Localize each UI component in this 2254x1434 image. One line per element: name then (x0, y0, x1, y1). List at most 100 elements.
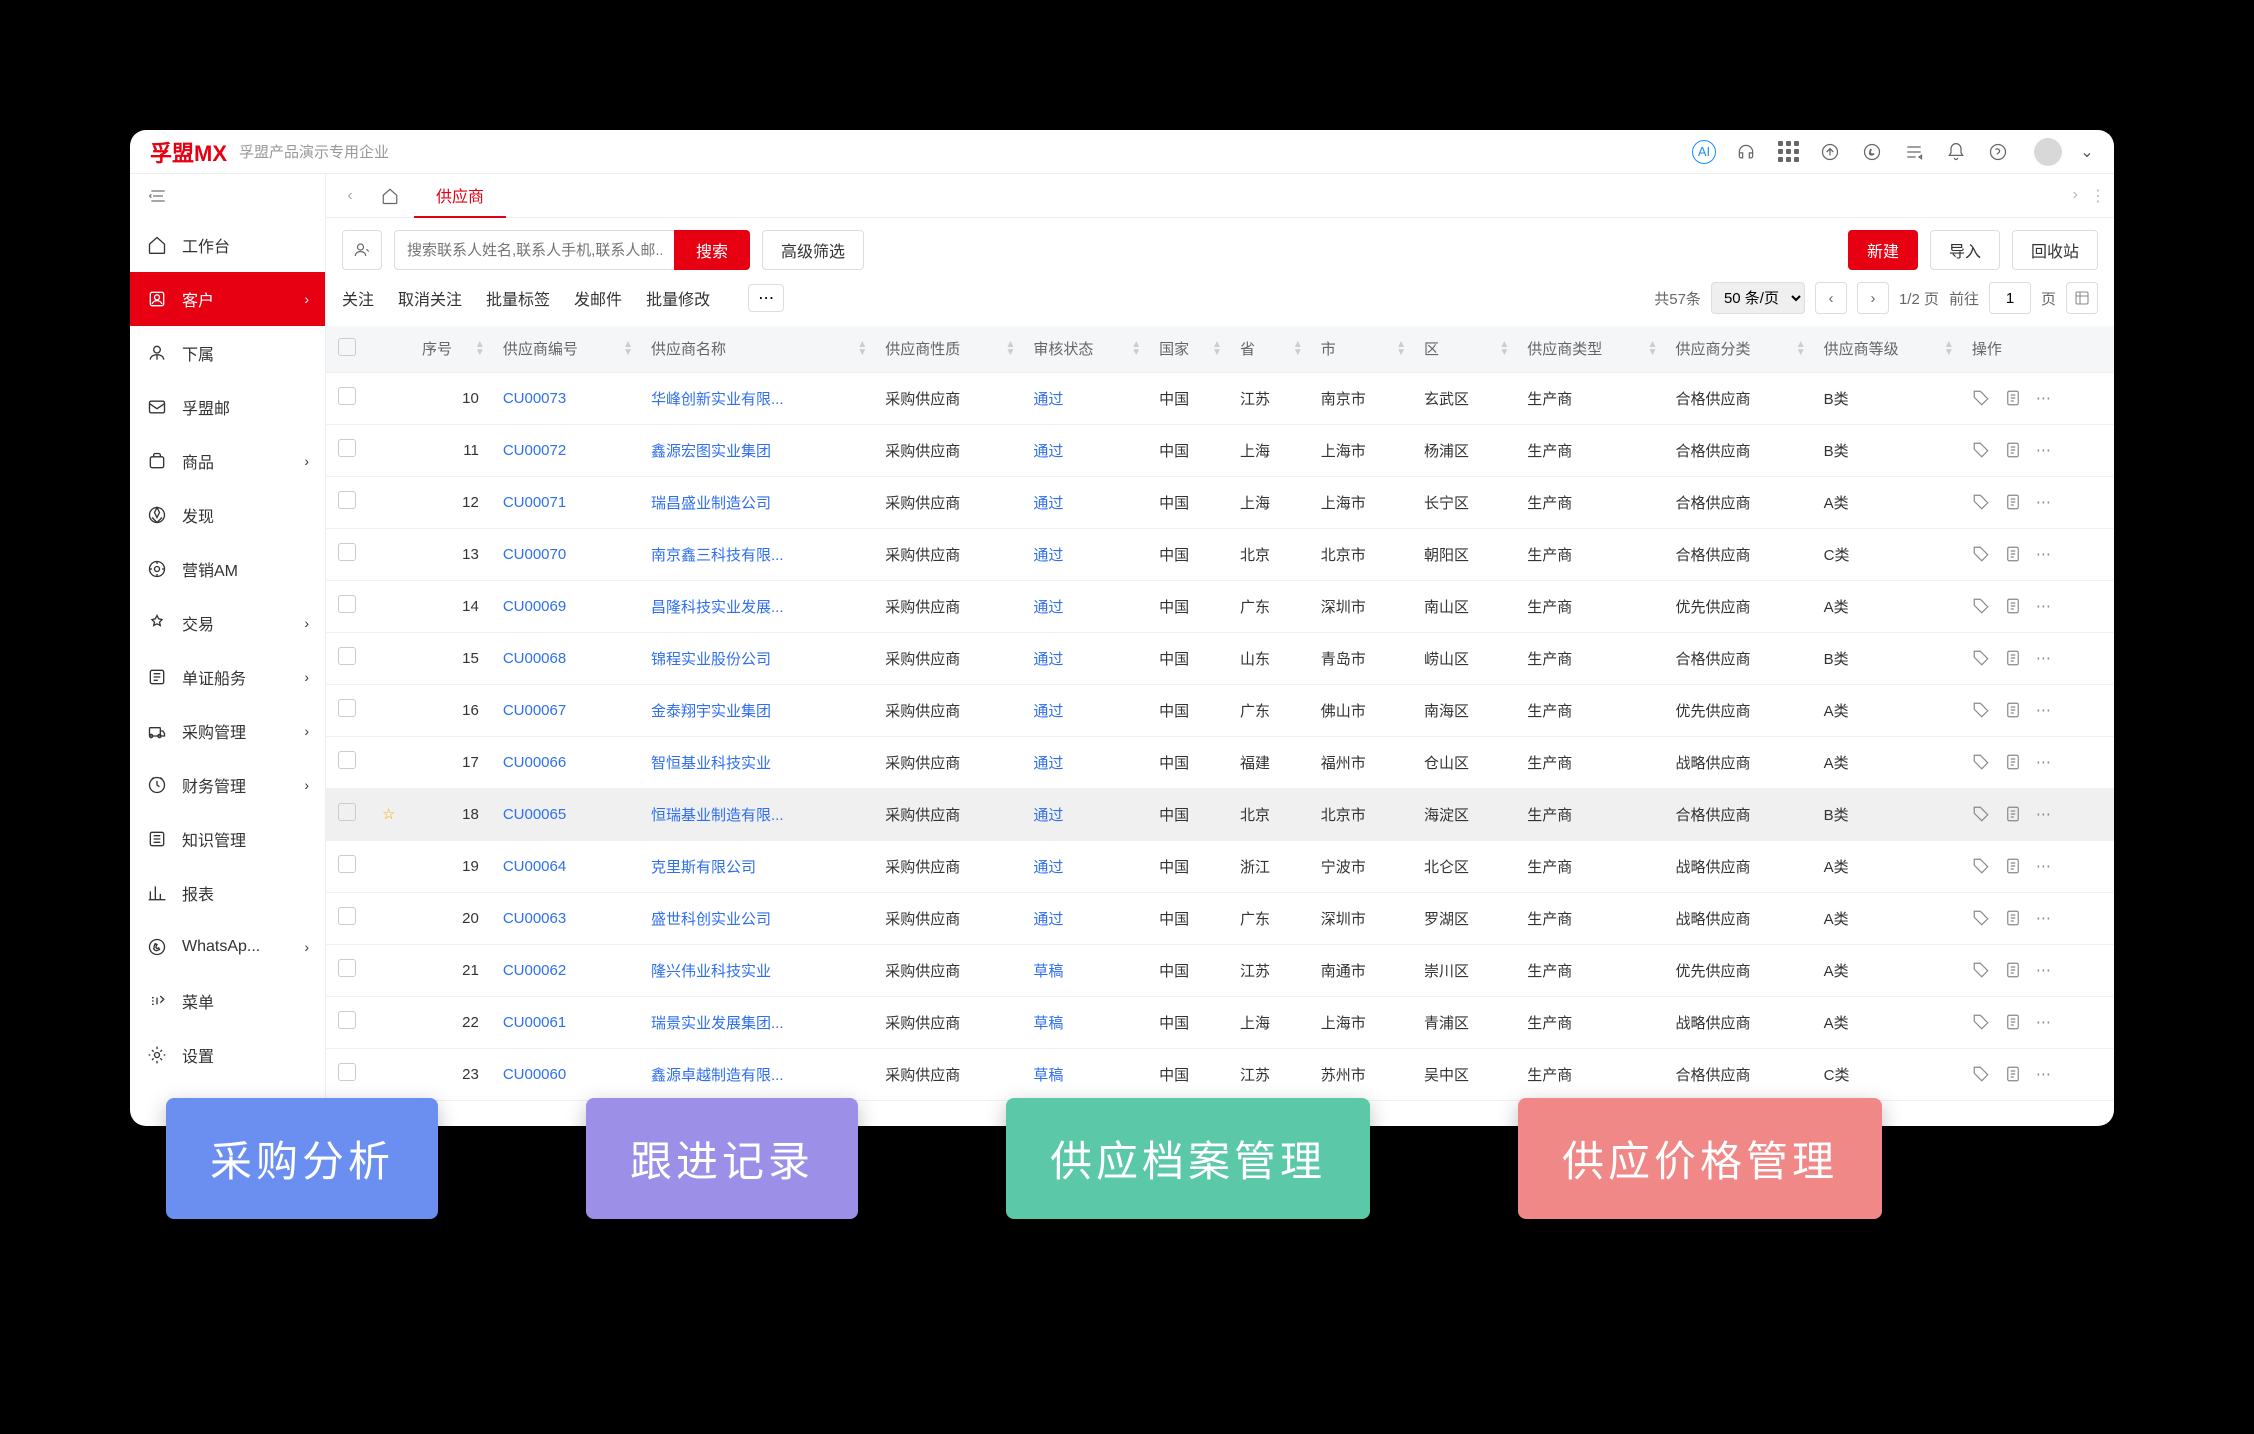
table-row[interactable]: 22CU00061瑞景实业发展集团...采购供应商草稿中国上海上海市青浦区生产商… (326, 996, 2114, 1048)
table-row[interactable]: 14CU00069昌隆科技实业发展...采购供应商通过中国广东深圳市南山区生产商… (326, 580, 2114, 632)
list-icon[interactable] (1902, 140, 1926, 164)
sort-icon[interactable]: ▲▼ (623, 341, 633, 357)
table-row[interactable]: 15CU00068锦程实业股份公司采购供应商通过中国山东青岛市崂山区生产商合格供… (326, 632, 2114, 684)
table-row[interactable]: 16CU00067金泰翔宇实业集团采购供应商通过中国广东佛山市南海区生产商优先供… (326, 684, 2114, 736)
page-size-select[interactable]: 50 条/页 (1711, 282, 1805, 314)
cell-name[interactable]: 南京鑫三科技有限... (639, 528, 873, 580)
row-checkbox[interactable] (338, 1063, 356, 1081)
sort-icon[interactable]: ▲▼ (1944, 341, 1954, 357)
person-filter-icon[interactable] (342, 230, 382, 270)
cell-name[interactable]: 恒瑞基业制造有限... (639, 788, 873, 840)
sidebar-item-14[interactable]: 菜单 (130, 974, 325, 1028)
sort-icon[interactable]: ▲▼ (1796, 341, 1806, 357)
cell-status[interactable]: 通过 (1021, 892, 1147, 944)
star-icon[interactable]: ☆ (382, 806, 395, 823)
detail-icon[interactable] (2004, 805, 2022, 823)
sidebar-item-12[interactable]: 报表 (130, 866, 325, 920)
action-1[interactable]: 取消关注 (398, 292, 462, 309)
cell-code[interactable]: CU00073 (491, 372, 639, 424)
table-row[interactable]: 19CU00064克里斯有限公司采购供应商通过中国浙江宁波市北仑区生产商战略供应… (326, 840, 2114, 892)
recycle-button[interactable]: 回收站 (2012, 230, 2098, 270)
column-header[interactable]: 供应商性质▲▼ (873, 326, 1021, 372)
cell-name[interactable]: 昌隆科技实业发展... (639, 580, 873, 632)
cell-status[interactable]: 通过 (1021, 632, 1147, 684)
row-checkbox[interactable] (338, 491, 356, 509)
row-checkbox[interactable] (338, 751, 356, 769)
more-icon[interactable]: ⋯ (2036, 753, 2051, 771)
sort-icon[interactable]: ▲▼ (1131, 341, 1141, 357)
cell-code[interactable]: CU00068 (491, 632, 639, 684)
apps-icon[interactable] (1776, 140, 1800, 164)
cell-status[interactable]: 通过 (1021, 840, 1147, 892)
help-icon[interactable] (1986, 140, 2010, 164)
cell-status[interactable]: 草稿 (1021, 944, 1147, 996)
tab-home-icon[interactable] (374, 180, 406, 212)
detail-icon[interactable] (2004, 597, 2022, 615)
table-row[interactable]: 11CU00072鑫源宏图实业集团采购供应商通过中国上海上海市杨浦区生产商合格供… (326, 424, 2114, 476)
tag-icon[interactable] (1972, 389, 1990, 407)
sort-icon[interactable]: ▲▼ (1396, 341, 1406, 357)
action-4[interactable]: 批量修改 (646, 292, 710, 309)
cell-status[interactable]: 通过 (1021, 528, 1147, 580)
detail-icon[interactable] (2004, 649, 2022, 667)
cell-status[interactable]: 通过 (1021, 684, 1147, 736)
cell-name[interactable]: 隆兴伟业科技实业 (639, 944, 873, 996)
cell-code[interactable]: CU00070 (491, 528, 639, 580)
table-row[interactable]: 21CU00062隆兴伟业科技实业采购供应商草稿中国江苏南通市崇川区生产商优先供… (326, 944, 2114, 996)
cell-name[interactable]: 盛世科创实业公司 (639, 892, 873, 944)
cell-status[interactable]: 通过 (1021, 372, 1147, 424)
detail-icon[interactable] (2004, 545, 2022, 563)
row-checkbox[interactable] (338, 699, 356, 717)
tab-suppliers[interactable]: 供应商 (414, 174, 506, 218)
sidebar-item-15[interactable]: 设置 (130, 1028, 325, 1082)
cell-code[interactable]: CU00069 (491, 580, 639, 632)
row-checkbox[interactable] (338, 439, 356, 457)
upload-icon[interactable] (1818, 140, 1842, 164)
tab-more-icon[interactable]: ⋮ (2090, 186, 2106, 206)
detail-icon[interactable] (2004, 753, 2022, 771)
column-header[interactable]: 市▲▼ (1309, 326, 1412, 372)
chevron-down-icon[interactable]: ⌄ (2080, 140, 2094, 164)
tag-icon[interactable] (1972, 649, 1990, 667)
cell-name[interactable]: 鑫源宏图实业集团 (639, 424, 873, 476)
column-header[interactable]: 序号▲▼ (410, 326, 491, 372)
cell-code[interactable]: CU00064 (491, 840, 639, 892)
tab-forward-icon[interactable]: › (2073, 186, 2078, 206)
action-0[interactable]: 关注 (342, 292, 374, 309)
more-icon[interactable]: ⋯ (2036, 493, 2051, 511)
advanced-filter-button[interactable]: 高级筛选 (762, 230, 864, 270)
column-header[interactable]: 供应商等级▲▼ (1812, 326, 1960, 372)
tag-icon[interactable] (1972, 441, 1990, 459)
cell-status[interactable]: 通过 (1021, 736, 1147, 788)
detail-icon[interactable] (2004, 701, 2022, 719)
sidebar-item-1[interactable]: 客户› (130, 272, 325, 326)
tag-icon[interactable] (1972, 597, 1990, 615)
row-checkbox[interactable] (338, 907, 356, 925)
more-icon[interactable]: ⋯ (2036, 1065, 2051, 1083)
more-icon[interactable]: ⋯ (2036, 857, 2051, 875)
cell-code[interactable]: CU00066 (491, 736, 639, 788)
detail-icon[interactable] (2004, 493, 2022, 511)
sort-icon[interactable]: ▲▼ (1648, 341, 1658, 357)
bell-icon[interactable] (1944, 140, 1968, 164)
more-icon[interactable]: ⋯ (2036, 545, 2051, 563)
column-header[interactable]: 国家▲▼ (1147, 326, 1228, 372)
action-3[interactable]: 发邮件 (574, 292, 622, 309)
search-input[interactable] (394, 230, 674, 270)
detail-icon[interactable] (2004, 1013, 2022, 1031)
ai-icon[interactable]: AI (1692, 140, 1716, 164)
more-icon[interactable]: ⋯ (2036, 649, 2051, 667)
sort-icon[interactable]: ▲▼ (857, 341, 867, 357)
row-checkbox[interactable] (338, 1011, 356, 1029)
whatsapp-icon[interactable] (1860, 140, 1884, 164)
row-checkbox[interactable] (338, 959, 356, 977)
sidebar-item-10[interactable]: 财务管理› (130, 758, 325, 812)
cell-code[interactable]: CU00063 (491, 892, 639, 944)
tag-icon[interactable] (1972, 545, 1990, 563)
column-header[interactable]: 省▲▼ (1228, 326, 1309, 372)
more-icon[interactable]: ⋯ (2036, 701, 2051, 719)
more-icon[interactable]: ⋯ (2036, 389, 2051, 407)
sidebar-item-6[interactable]: 营销AM (130, 542, 325, 596)
cell-code[interactable]: CU00072 (491, 424, 639, 476)
row-checkbox[interactable] (338, 803, 356, 821)
